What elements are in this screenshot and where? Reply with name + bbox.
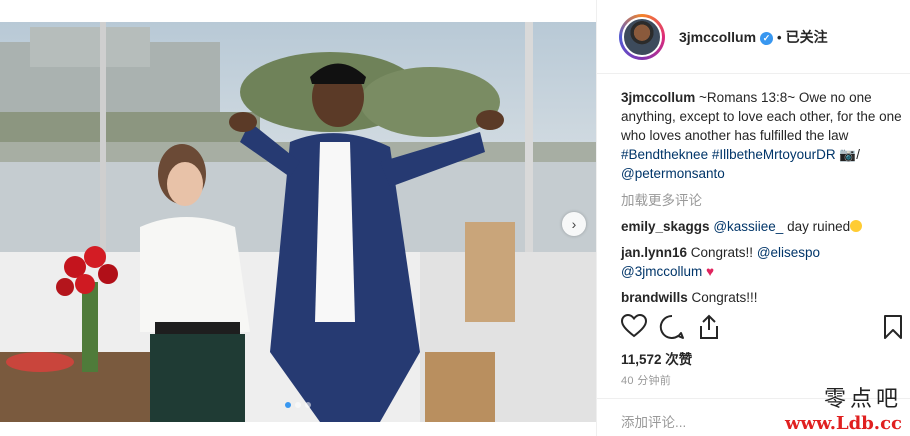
comment-text: day ruined [783,219,851,234]
mention-link[interactable]: @3jmccollum [621,264,702,279]
photo-illustration [0,22,596,422]
carousel-dot [305,402,311,408]
avatar[interactable] [619,13,665,60]
header-username[interactable]: 3jmccollum [679,29,756,45]
watermark-line-1: 零点吧 [823,387,902,412]
comment-bubble-icon[interactable] [659,314,685,340]
sleepy-face-emoji-icon [850,220,863,232]
caption-slash: / [856,147,860,162]
like-heart-icon[interactable] [621,314,647,338]
carousel-dots [0,402,596,408]
comments-list: 3jmccollum ~Romans 13:8~ Owe no one anyt… [621,88,903,314]
red-heart-emoji-icon: ♥ [705,264,714,279]
comment-item: brandwills Congrats!!! [621,288,903,307]
post-header: 3jmccollum ✓ • 已关注 [597,0,910,74]
header-separator: • [777,29,782,45]
caption-username[interactable]: 3jmccollum [621,90,695,105]
likes-count[interactable]: 11,572 次赞 [621,348,692,368]
post-side-panel: 3jmccollum ✓ • 已关注 3jmccollum ~Romans 13:8~… [596,0,910,436]
post-photo[interactable]: › [0,22,596,422]
comment-username[interactable]: brandwills [621,290,688,305]
hashtag-link[interactable]: #IllbetheMrtoyourDR [712,147,836,162]
mention-link[interactable]: @petermonsanto [621,166,725,181]
comment-text: Congrats!!! [687,290,758,305]
action-bar [621,314,910,342]
header-user-block: 3jmccollum ✓ • 已关注 [679,27,828,47]
comment-item: emily_skaggs @kassiiee_ day ruined [621,217,903,236]
comment-username[interactable]: emily_skaggs [621,219,710,234]
comment-text: Congrats!! [687,245,757,260]
site-watermark: 零点吧 www.Ldb.cc [785,381,902,434]
carousel-dot [285,402,291,408]
watermark-line-2: www.Ldb.cc [785,413,902,434]
post-timestamp[interactable]: 40 分钟前 [621,372,671,388]
hashtag-link[interactable]: #Bendtheknee [621,147,708,162]
mention-link[interactable]: @elisespo [757,245,820,260]
carousel-next-button[interactable]: › [562,212,586,236]
following-button[interactable]: 已关注 [786,29,828,45]
avatar-image [622,16,662,57]
comment-item: jan.lynn16 Congrats!! @elisespo @3jmccol… [621,243,903,281]
mention-link[interactable]: @kassiiee_ [713,219,783,234]
camera-emoji-icon: 📷 [839,147,857,162]
comment-username[interactable]: jan.lynn16 [621,245,687,260]
save-bookmark-icon[interactable] [883,314,903,340]
caption: 3jmccollum ~Romans 13:8~ Owe no one anyt… [621,88,903,183]
carousel-dot [295,402,301,408]
verified-badge-icon: ✓ [760,31,774,45]
load-more-comments-button[interactable]: 加载更多评论 [621,191,903,210]
share-icon[interactable] [697,314,721,340]
